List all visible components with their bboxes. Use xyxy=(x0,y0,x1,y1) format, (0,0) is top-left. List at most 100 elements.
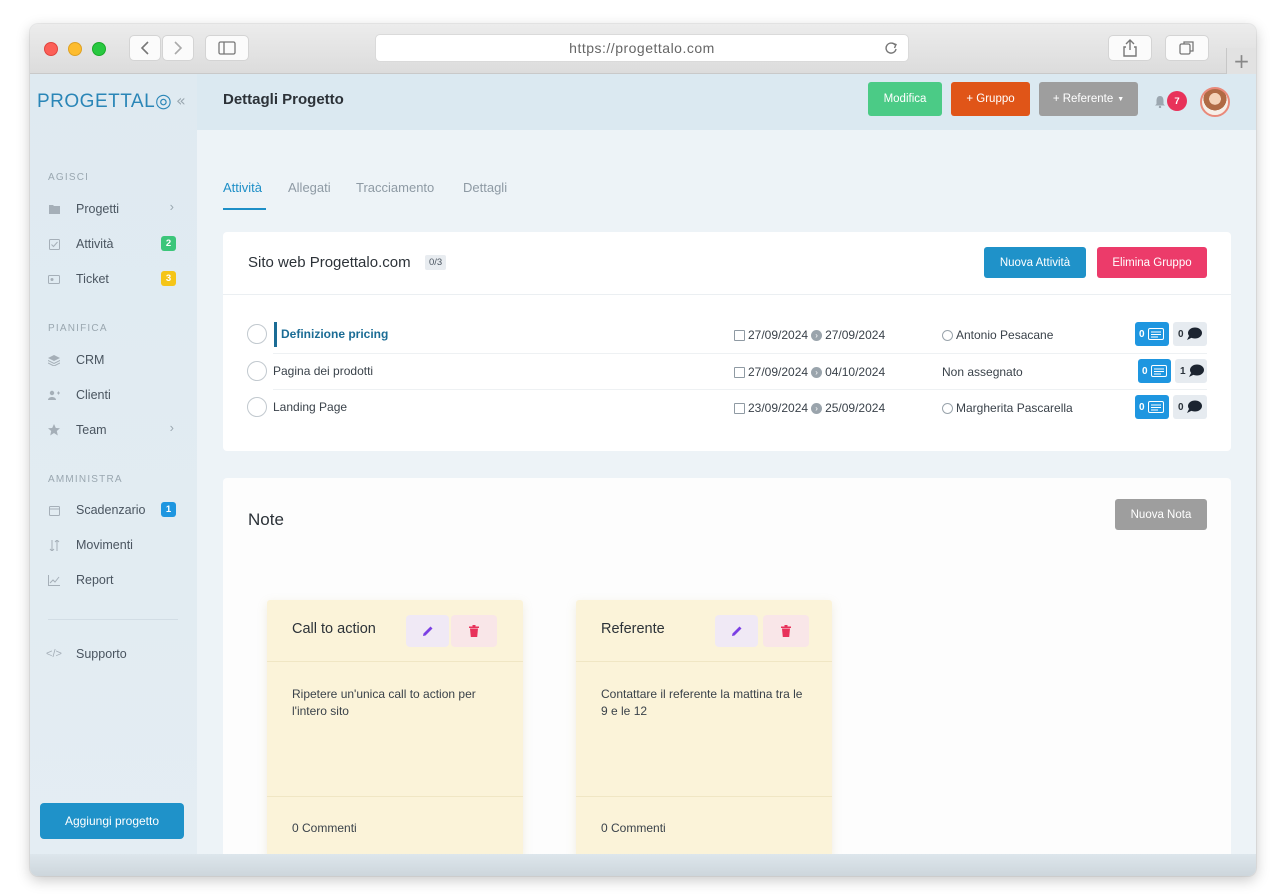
arrows-icon xyxy=(48,539,60,551)
new-tab-button[interactable]: + xyxy=(1226,48,1256,74)
notification-count-badge[interactable]: 7 xyxy=(1167,91,1187,111)
chevron-right-icon: › xyxy=(169,199,174,214)
sidebar-item-label: Team xyxy=(76,423,107,437)
task-end-date: 27/09/2024 xyxy=(825,328,886,342)
back-button[interactable] xyxy=(129,35,161,61)
sidebar-item-label: Attività xyxy=(76,237,114,251)
comments-chip[interactable]: 0 xyxy=(1173,395,1207,419)
edit-button[interactable]: Modifica xyxy=(868,82,942,116)
task-name[interactable]: Pagina dei prodotti xyxy=(273,364,373,378)
sidebar-item-crm[interactable]: CRM xyxy=(48,349,178,371)
sidebar-toggle-button[interactable] xyxy=(205,35,249,61)
note-comments-count[interactable]: 0 Commenti xyxy=(292,821,357,835)
bell-icon[interactable] xyxy=(1155,96,1165,111)
calendar-icon xyxy=(734,402,745,414)
comments-chip[interactable]: 1 xyxy=(1175,359,1207,383)
task-assignee[interactable]: Non assegnato xyxy=(942,365,1023,379)
caret-down-icon: ▼ xyxy=(1117,95,1125,103)
tab-attivita[interactable]: Attività xyxy=(223,180,262,195)
minimize-window-button[interactable] xyxy=(68,42,82,56)
share-button[interactable] xyxy=(1108,35,1152,61)
calendar-icon xyxy=(734,366,745,378)
sidebar-item-label: Scadenzario xyxy=(76,503,146,517)
folder-icon xyxy=(48,203,60,215)
add-project-button[interactable]: Aggiungi progetto xyxy=(40,803,184,839)
address-bar[interactable]: https://progettalo.com xyxy=(375,34,909,62)
checklist-chip[interactable]: 0 xyxy=(1138,359,1171,383)
close-window-button[interactable] xyxy=(44,42,58,56)
sidebar-divider xyxy=(48,619,178,620)
tab-dettagli[interactable]: Dettagli xyxy=(463,180,507,195)
sidebar-icon xyxy=(218,41,236,55)
checklist-chip[interactable]: 0 xyxy=(1135,395,1169,419)
edit-note-button[interactable] xyxy=(406,615,449,647)
edit-note-button[interactable] xyxy=(715,615,758,647)
count-badge: 2 xyxy=(161,236,176,251)
note-card: Call to action Ripetere un'unica call to… xyxy=(267,600,523,854)
comments-count: 1 xyxy=(1180,365,1186,377)
forward-button[interactable] xyxy=(162,35,194,61)
add-referent-dropdown[interactable]: + Referente ▼ xyxy=(1039,82,1138,116)
add-referent-label: + Referente xyxy=(1052,93,1114,105)
tabs-overview-button[interactable] xyxy=(1165,35,1209,61)
new-task-button[interactable]: Nuova Attività xyxy=(984,247,1086,278)
share-icon xyxy=(1123,39,1137,57)
sidebar-item-report[interactable]: Report xyxy=(48,569,178,591)
task-checkbox[interactable] xyxy=(247,324,267,344)
section-title-amministra: AMMINISTRA xyxy=(48,474,123,485)
reload-icon[interactable] xyxy=(884,40,898,56)
window-bottom-bar xyxy=(30,854,1256,876)
note-divider xyxy=(576,661,832,662)
task-name[interactable]: Landing Page xyxy=(273,400,347,414)
check-square-icon xyxy=(48,238,60,250)
browser-window: https://progettalo.com + PROGETTAL◎ « AG… xyxy=(30,24,1256,876)
task-assignee[interactable]: Antonio Pesacane xyxy=(942,328,1053,342)
sidebar-item-label: Report xyxy=(76,573,114,587)
chevron-left-icon xyxy=(140,41,149,55)
chevron-right-icon: › xyxy=(169,420,174,435)
tab-tracciamento[interactable]: Tracciamento xyxy=(356,180,434,195)
maximize-window-button[interactable] xyxy=(92,42,106,56)
add-group-button[interactable]: + Gruppo xyxy=(951,82,1030,116)
task-row[interactable]: Landing Page 23/09/2024 › 25/09/2024 Mar… xyxy=(247,389,1207,426)
task-checkbox[interactable] xyxy=(247,361,267,381)
task-checkbox[interactable] xyxy=(247,397,267,417)
note-comments-count[interactable]: 0 Commenti xyxy=(601,821,666,835)
user-icon xyxy=(942,402,953,414)
users-icon xyxy=(48,389,60,401)
active-tab-indicator xyxy=(223,208,266,210)
new-note-button[interactable]: Nuova Nota xyxy=(1115,499,1207,530)
sidebar-item-label: CRM xyxy=(76,353,105,367)
sidebar-item-label: Clienti xyxy=(76,388,111,402)
sidebar-item-movimenti[interactable]: Movimenti xyxy=(48,534,178,556)
calendar-icon xyxy=(734,329,745,341)
collapse-sidebar-icon[interactable]: « xyxy=(176,91,186,110)
task-row[interactable]: Definizione pricing 27/09/2024 › 27/09/2… xyxy=(247,316,1207,353)
app-logo[interactable]: PROGETTAL◎ xyxy=(37,90,172,113)
comments-chip[interactable]: 0 xyxy=(1173,322,1207,346)
checklist-chip[interactable]: 0 xyxy=(1135,322,1169,346)
sidebar-item-clienti[interactable]: Clienti xyxy=(48,384,178,406)
layers-icon xyxy=(48,354,60,366)
checklist-count: 0 xyxy=(1142,365,1148,377)
list-icon xyxy=(1150,365,1167,377)
url-text: https://progettalo.com xyxy=(569,40,715,56)
sidebar-item-ticket[interactable]: Ticket 3 xyxy=(48,268,178,290)
delete-note-button[interactable] xyxy=(451,615,497,647)
tab-allegati[interactable]: Allegati xyxy=(288,180,331,195)
task-name[interactable]: Definizione pricing xyxy=(281,327,388,341)
note-divider xyxy=(576,796,832,797)
delete-note-button[interactable] xyxy=(763,615,809,647)
sidebar-item-scadenzario[interactable]: Scadenzario 1 xyxy=(48,499,178,521)
user-avatar[interactable] xyxy=(1200,87,1230,117)
sidebar-item-progetti[interactable]: Progetti › xyxy=(48,198,178,220)
task-row[interactable]: Pagina dei prodotti 27/09/2024 › 04/10/2… xyxy=(247,353,1207,390)
sidebar-item-team[interactable]: Team › xyxy=(48,419,178,441)
delete-group-button[interactable]: Elimina Gruppo xyxy=(1097,247,1207,278)
sidebar-item-attivita[interactable]: Attività 2 xyxy=(48,233,178,255)
task-assignee[interactable]: Margherita Pascarella xyxy=(942,401,1073,415)
page-header: Dettagli Progetto Modifica + Gruppo + Re… xyxy=(197,74,1256,130)
card-divider xyxy=(223,294,1231,295)
sidebar-item-supporto[interactable]: </> Supporto xyxy=(46,643,178,665)
code-icon: </> xyxy=(46,648,62,660)
